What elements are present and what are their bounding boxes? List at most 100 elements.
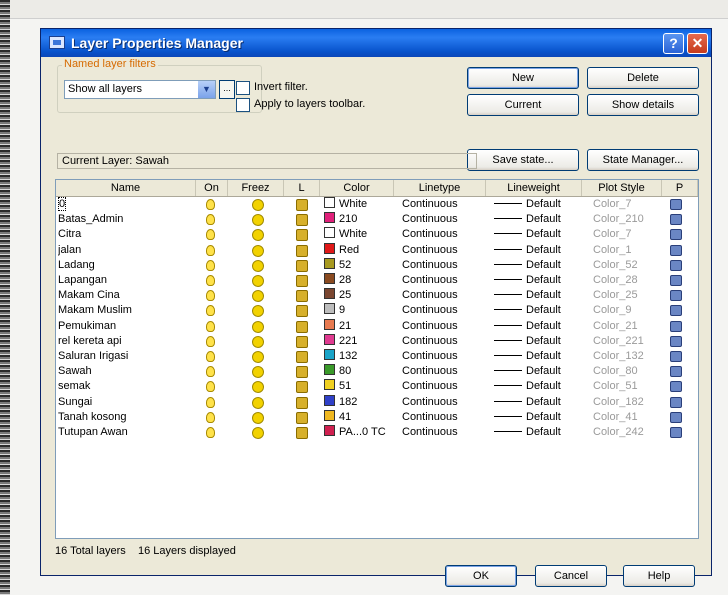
table-row[interactable]: Sawah 80 Continuous Default Color_80: [56, 364, 698, 379]
freeze-sun-icon[interactable]: [250, 319, 264, 333]
table-row[interactable]: 0 White Continuous Default Color_7: [56, 197, 698, 211]
layer-name[interactable]: Tanah kosong: [58, 410, 188, 424]
table-row[interactable]: Tutupan Awan PA...0 TC Continuous Default Co…: [56, 425, 698, 439]
printer-icon[interactable]: [670, 212, 684, 226]
table-row[interactable]: Saluran Irigasi 132 Continuous Default Color…: [56, 349, 698, 363]
printer-icon[interactable]: [670, 425, 684, 439]
freeze-sun-icon[interactable]: [250, 364, 264, 379]
layer-filter-select[interactable]: Show all layers ▼: [64, 80, 216, 99]
on-bulb-icon[interactable]: [204, 334, 216, 348]
freeze-sun-icon[interactable]: [250, 379, 264, 394]
lock-open-icon[interactable]: [294, 288, 308, 303]
lock-open-icon[interactable]: [294, 258, 308, 272]
help-icon[interactable]: ?: [663, 33, 684, 54]
layer-name[interactable]: Saluran Irigasi: [58, 349, 188, 363]
layer-name[interactable]: Makam Muslim: [58, 303, 188, 317]
layer-color[interactable]: 132: [324, 349, 402, 363]
lock-open-icon[interactable]: [294, 379, 308, 394]
layer-name[interactable]: Citra: [58, 227, 188, 241]
lock-open-icon[interactable]: [294, 273, 308, 287]
printer-icon[interactable]: [670, 364, 684, 378]
table-row[interactable]: Batas_Admin 210 Continuous Default Color_210: [56, 212, 698, 227]
invert-filter-checkbox[interactable]: [236, 81, 250, 95]
layer-linetype[interactable]: Continuous: [402, 243, 490, 257]
layer-name[interactable]: Lapangan: [58, 273, 188, 287]
layer-linetype[interactable]: Continuous: [402, 288, 490, 302]
save-state-button[interactable]: Save state...: [467, 149, 579, 171]
layer-color[interactable]: Red: [324, 242, 402, 257]
lock-open-icon[interactable]: [294, 197, 308, 211]
delete-button[interactable]: Delete: [587, 67, 699, 89]
layer-name[interactable]: Makam Cina: [58, 288, 188, 302]
freeze-sun-icon[interactable]: [250, 349, 264, 363]
layers-table[interactable]: Name On Freez L Color Linetype Lineweigh…: [55, 179, 699, 539]
printer-icon[interactable]: [670, 197, 684, 211]
apply-to-toolbar-checkbox[interactable]: [236, 98, 250, 112]
layer-color[interactable]: 221: [324, 333, 402, 348]
freeze-sun-icon[interactable]: [250, 273, 264, 287]
layer-lineweight[interactable]: Default: [494, 212, 576, 226]
layer-color[interactable]: 25: [324, 288, 402, 302]
lock-open-icon[interactable]: [294, 410, 308, 424]
show-details-button[interactable]: Show details: [587, 94, 699, 116]
layer-lineweight[interactable]: Default: [494, 197, 576, 211]
freeze-sun-icon[interactable]: [250, 243, 264, 257]
printer-icon[interactable]: [670, 258, 684, 272]
table-row[interactable]: Pemukiman 21 Continuous Default Color_21: [56, 318, 698, 333]
browse-filters-button[interactable]: ...: [219, 80, 235, 99]
table-row[interactable]: Makam Muslim 9 Continuous Default Color_9: [56, 303, 698, 318]
on-bulb-icon[interactable]: [204, 379, 216, 393]
layer-linetype[interactable]: Continuous: [402, 410, 490, 424]
layer-color[interactable]: 80: [324, 364, 402, 378]
on-bulb-icon[interactable]: [204, 410, 216, 424]
lock-open-icon[interactable]: [294, 303, 308, 318]
layer-color[interactable]: White: [324, 197, 402, 211]
layer-name[interactable]: jalan: [58, 243, 188, 257]
freeze-sun-icon[interactable]: [250, 288, 264, 303]
on-bulb-icon[interactable]: [204, 197, 216, 211]
lock-open-icon[interactable]: [294, 349, 308, 363]
on-bulb-icon[interactable]: [204, 227, 216, 241]
layer-color[interactable]: 182: [324, 394, 402, 409]
lock-open-icon[interactable]: [294, 334, 308, 348]
header-plot-style[interactable]: Plot Style: [582, 180, 662, 196]
new-button[interactable]: New: [467, 67, 579, 89]
printer-icon[interactable]: [670, 273, 684, 287]
freeze-sun-icon[interactable]: [250, 212, 264, 227]
printer-icon[interactable]: [670, 334, 684, 348]
lock-open-icon[interactable]: [294, 364, 308, 379]
lock-open-icon[interactable]: [294, 425, 308, 439]
layer-name[interactable]: Sawah: [58, 364, 188, 378]
printer-icon[interactable]: [670, 243, 684, 257]
printer-icon[interactable]: [670, 379, 684, 393]
layer-color[interactable]: White: [324, 227, 402, 241]
lock-open-icon[interactable]: [294, 319, 308, 333]
layer-lineweight[interactable]: Default: [494, 288, 576, 302]
layer-lineweight[interactable]: Default: [494, 273, 576, 287]
layer-name[interactable]: rel kereta api: [58, 334, 188, 348]
layer-linetype[interactable]: Continuous: [402, 319, 490, 333]
layer-linetype[interactable]: Continuous: [402, 425, 490, 439]
header-linetype[interactable]: Linetype: [394, 180, 486, 196]
layer-linetype[interactable]: Continuous: [402, 349, 490, 363]
layer-lineweight[interactable]: Default: [494, 379, 576, 393]
table-row[interactable]: Sungai 182 Continuous Default Color_182: [56, 394, 698, 409]
layer-color[interactable]: 52: [324, 257, 402, 272]
on-bulb-icon[interactable]: [204, 243, 216, 257]
layer-lineweight[interactable]: Default: [494, 395, 576, 409]
table-row[interactable]: Lapangan 28 Continuous Default Color_28: [56, 273, 698, 287]
layer-linetype[interactable]: Continuous: [402, 334, 490, 348]
layer-lineweight[interactable]: Default: [494, 227, 576, 241]
chevron-down-icon[interactable]: ▼: [198, 81, 215, 98]
printer-icon[interactable]: [670, 319, 684, 333]
layer-linetype[interactable]: Continuous: [402, 258, 490, 272]
layer-color[interactable]: 21: [324, 318, 402, 333]
layer-name[interactable]: Batas_Admin: [58, 212, 188, 226]
on-bulb-icon[interactable]: [204, 364, 216, 378]
freeze-sun-icon[interactable]: [250, 334, 264, 348]
header-freeze[interactable]: Freez: [228, 180, 284, 196]
on-bulb-icon[interactable]: [204, 395, 216, 409]
on-bulb-icon[interactable]: [204, 288, 216, 302]
ok-button[interactable]: OK: [445, 565, 517, 587]
table-row[interactable]: Ladang 52 Continuous Default Color_52: [56, 257, 698, 272]
